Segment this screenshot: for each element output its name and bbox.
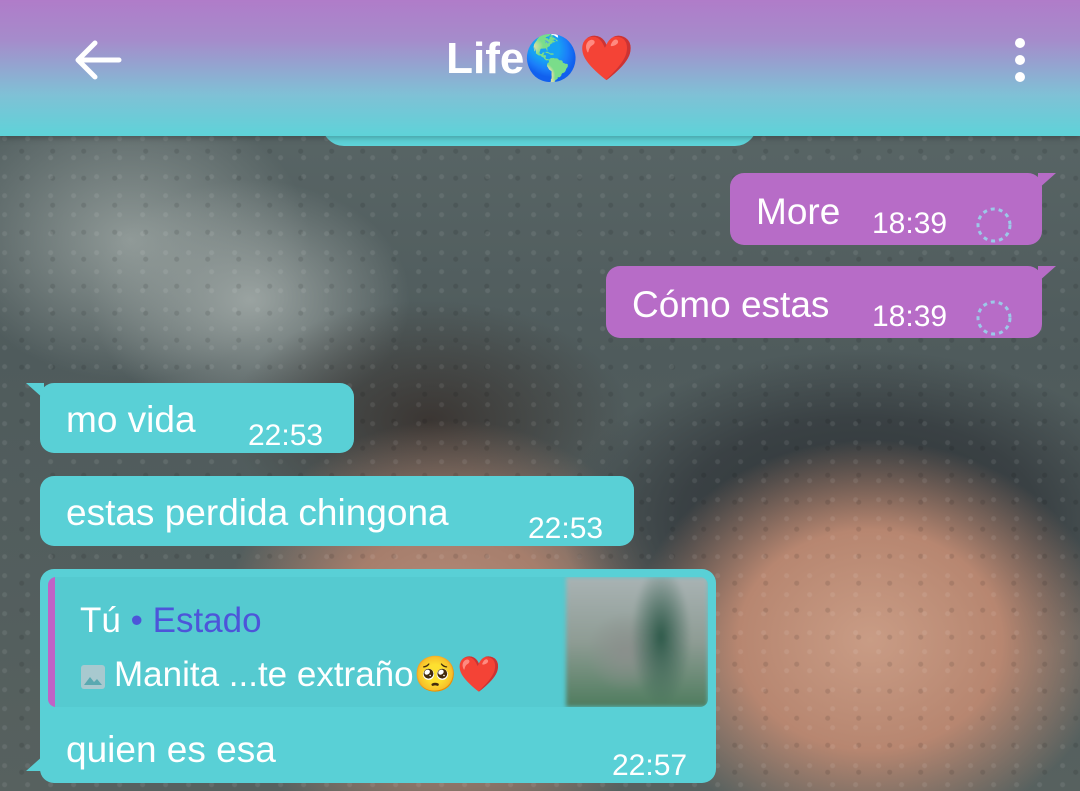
quote-context: Estado (152, 601, 262, 640)
quote-header: Tú • Estado (80, 601, 262, 641)
message-text: Cómo estas (632, 284, 830, 325)
quote-separator: • (130, 601, 143, 640)
message-time: 22:57 (612, 749, 688, 782)
overflow-menu-button[interactable] (1000, 30, 1040, 90)
message-bubble-incoming[interactable]: Tú • Estado Manita ...te extraño🥺❤️ quie… (26, 569, 716, 783)
message-bubble-incoming[interactable]: estas perdida chingona 22:53 (40, 476, 634, 546)
pending-clock-icon (976, 300, 1012, 336)
pending-clock-icon (976, 207, 1012, 243)
quote-author: Tú (80, 601, 121, 640)
quote-accent-bar (48, 577, 55, 707)
message-text: More (756, 191, 841, 232)
chat-title[interactable]: Life🌎❤️ (0, 26, 1080, 92)
message-time: 22:53 (248, 419, 324, 452)
status-thumbnail (566, 577, 708, 707)
quote-body: Manita ...te extraño🥺❤️ (80, 655, 501, 695)
quoted-status-reply[interactable]: Tú • Estado Manita ...te extraño🥺❤️ (48, 577, 708, 707)
message-text: estas perdida chingona (66, 492, 449, 533)
message-bubble-incoming[interactable]: mo vida 22:53 (26, 383, 354, 453)
more-vertical-icon (1015, 38, 1025, 48)
message-time: 18:39 (872, 300, 948, 333)
image-icon (81, 665, 105, 689)
message-time: 18:39 (872, 207, 948, 240)
message-time: 22:53 (528, 512, 604, 545)
message-text: quien es esa (66, 729, 276, 770)
chat-title-text: Life🌎❤️ (446, 34, 634, 83)
message-bubble-outgoing[interactable]: More 18:39 (730, 173, 1056, 245)
message-text: mo vida (66, 399, 196, 440)
message-bubble-outgoing[interactable]: Cómo estas 18:39 (606, 266, 1056, 338)
quote-text: Manita ...te extraño🥺❤️ (114, 655, 501, 694)
chat-header: Life🌎❤️ (0, 0, 1080, 136)
